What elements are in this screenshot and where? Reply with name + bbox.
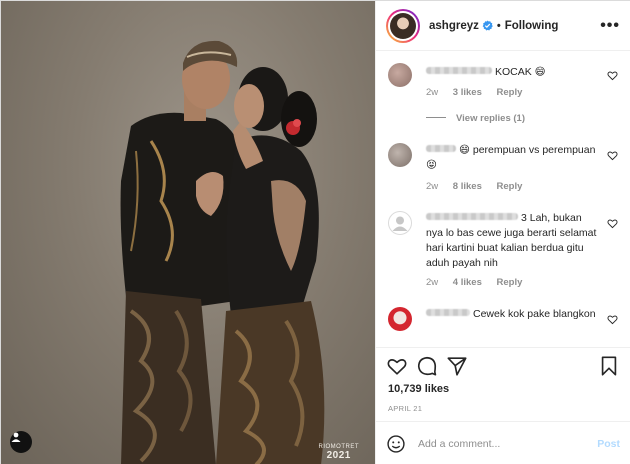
commenter-username-blurred[interactable] [426, 309, 470, 316]
post-date[interactable]: APRIL 21 [388, 404, 422, 413]
emoji-icon[interactable] [386, 434, 406, 454]
comment-age: 2w [426, 277, 439, 288]
reply-button[interactable]: Reply [497, 87, 523, 98]
comment-age: 2w [426, 87, 439, 98]
user-icon [11, 432, 21, 442]
comment-likes[interactable]: 8 likes [453, 181, 482, 192]
comment-text: Cewek kok pake blangkon [473, 308, 596, 320]
comment-item: Cewek kok pake blangkon [386, 307, 620, 343]
comment-meta: 2w 8 likes Reply [426, 181, 534, 192]
like-comment-heart-icon[interactable] [607, 150, 618, 161]
add-comment-bar: Post [376, 421, 630, 464]
verified-badge-icon [482, 20, 493, 31]
post-comment-button[interactable]: Post [597, 438, 620, 450]
commenter-username-blurred[interactable] [426, 213, 518, 220]
like-comment-heart-icon[interactable] [607, 218, 618, 229]
comment-age: 2w [426, 181, 439, 192]
instagram-post-window: RIOMOTRET 2021 ashgreyz • Following ••• [0, 0, 630, 464]
default-avatar-icon [392, 216, 408, 231]
author-username[interactable]: ashgreyz [429, 20, 479, 32]
photographer-watermark: RIOMOTRET 2021 [319, 444, 360, 461]
couple-photo-illustration [120, 40, 325, 464]
separator-dot: • [496, 19, 501, 32]
save-bookmark-icon[interactable] [598, 355, 620, 377]
likes-count[interactable]: 10,739 likes [388, 383, 449, 395]
comment-item: 3 Lah, bukan nya lo bas cewe juga berart… [386, 211, 620, 301]
commenter-username-blurred[interactable] [426, 145, 456, 152]
add-comment-input[interactable] [418, 437, 598, 450]
commenter-username-blurred[interactable] [426, 67, 492, 74]
author-avatar[interactable] [386, 8, 420, 43]
comment-meta: 2w 4 likes Reply [426, 277, 534, 288]
ellipsis-icon[interactable]: ••• [600, 17, 620, 34]
comment-likes[interactable]: 3 likes [453, 87, 482, 98]
commenter-avatar[interactable] [388, 307, 412, 331]
reply-button[interactable]: Reply [497, 277, 523, 288]
post-actions-bar [376, 347, 630, 383]
like-comment-heart-icon[interactable] [607, 314, 618, 325]
post-header: ashgreyz • Following ••• [376, 1, 630, 51]
view-replies-label: View replies (1) [456, 113, 525, 124]
comment-text: 3 Lah, bukan nya lo bas cewe juga berart… [426, 212, 597, 269]
reply-button[interactable]: Reply [497, 181, 523, 192]
commenter-avatar[interactable] [388, 63, 412, 87]
view-replies-button[interactable]: View replies (1) [426, 113, 525, 124]
like-heart-icon[interactable] [386, 355, 408, 377]
comment-bubble-icon[interactable] [416, 355, 438, 377]
watermark-year: 2021 [326, 450, 351, 461]
post-photo[interactable]: RIOMOTRET 2021 [1, 1, 375, 464]
share-paper-plane-icon[interactable] [446, 355, 468, 377]
commenter-avatar[interactable] [388, 211, 412, 235]
comment-likes[interactable]: 4 likes [453, 277, 482, 288]
comment-text: KOCAK 😄 [495, 66, 546, 78]
commenter-avatar[interactable] [388, 143, 412, 167]
comment-item: 😄 perempuan vs perempuan😝 2w 8 likes Rep… [386, 143, 620, 199]
comments-list: KOCAK 😄 2w 3 likes Reply View replies (1… [376, 51, 630, 347]
user-tag-button[interactable] [10, 431, 32, 453]
following-button[interactable]: Following [505, 20, 559, 32]
post-side-panel: ashgreyz • Following ••• KOCAK 😄 2w 3 li… [375, 1, 630, 464]
like-comment-heart-icon[interactable] [607, 70, 618, 81]
comment-item: KOCAK 😄 2w 3 likes Reply View replies (1… [386, 63, 620, 133]
comment-meta: 2w 3 likes Reply [426, 87, 534, 98]
